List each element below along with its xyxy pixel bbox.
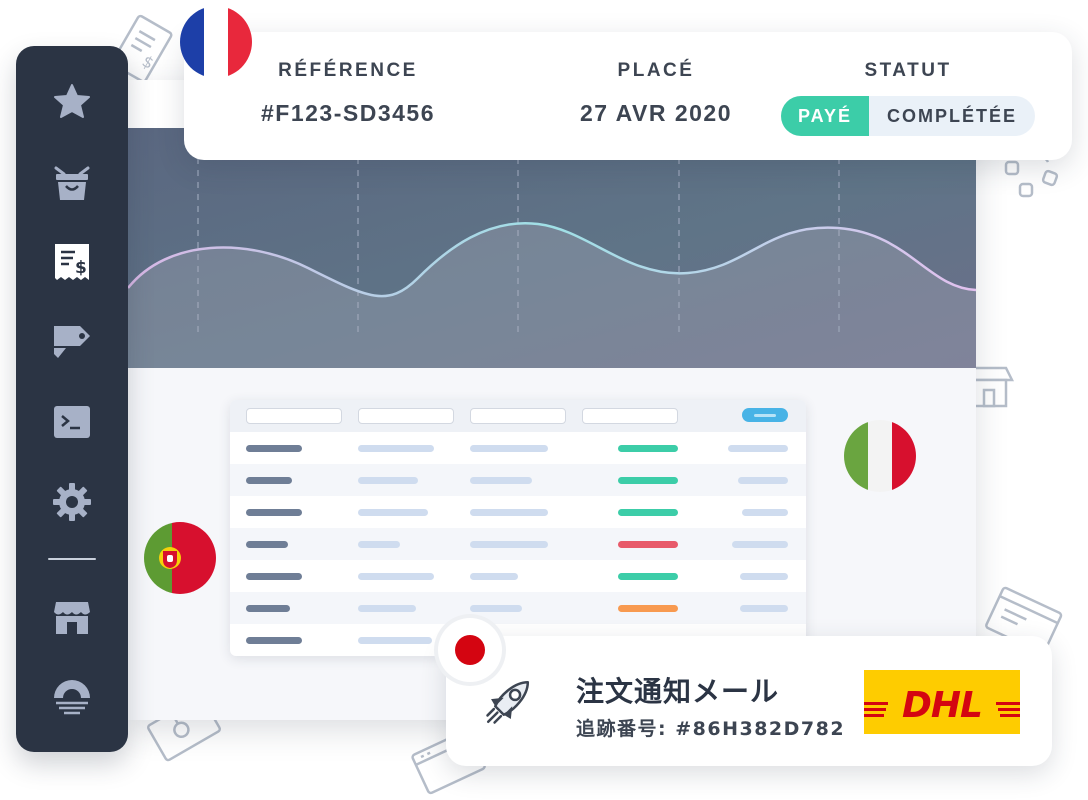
row-customer-placeholder	[358, 637, 432, 644]
gear-icon	[53, 483, 91, 521]
sidebar-item-settings[interactable]	[52, 482, 92, 522]
row-date-placeholder	[470, 509, 548, 516]
receipt-icon: $	[55, 244, 89, 280]
row-date-placeholder	[470, 477, 532, 484]
italy-flag	[844, 420, 916, 492]
order-notification-card: 注文通知メール 追跡番号: #86H382D782 DHL	[446, 636, 1052, 766]
row-customer-placeholder	[358, 445, 434, 452]
column-filter-1[interactable]	[246, 408, 342, 424]
row-status-placeholder	[618, 573, 678, 580]
store-icon	[54, 602, 90, 634]
row-amount-placeholder	[732, 541, 788, 548]
column-filter-2[interactable]	[358, 408, 454, 424]
row-amount-placeholder	[740, 605, 788, 612]
row-id-placeholder	[246, 477, 292, 484]
table-row[interactable]	[230, 560, 806, 592]
japan-flag	[434, 614, 506, 686]
row-status-placeholder	[618, 605, 678, 612]
row-date-placeholder	[470, 573, 518, 580]
row-amount-placeholder	[728, 445, 788, 452]
row-id-placeholder	[246, 605, 290, 612]
tag-icon	[54, 326, 90, 358]
placed-value: 27 AVR 2020	[579, 100, 733, 126]
status-completed-badge: COMPLÉTÉE	[886, 106, 1017, 126]
orders-table	[230, 400, 806, 656]
life-ring-icon	[54, 680, 90, 715]
sidebar: $	[16, 46, 128, 752]
dashboard-window	[127, 80, 977, 720]
table-header	[230, 400, 806, 432]
table-row[interactable]	[230, 592, 806, 624]
table-row[interactable]	[230, 528, 806, 560]
sidebar-item-support[interactable]	[52, 676, 92, 716]
row-customer-placeholder	[358, 541, 400, 548]
column-filter-4[interactable]	[582, 408, 678, 424]
star-icon	[54, 84, 90, 118]
sidebar-item-store[interactable]	[52, 596, 92, 636]
basket-icon	[54, 166, 90, 200]
reference-label: RÉFÉRENCE	[278, 60, 418, 81]
row-id-placeholder	[246, 509, 302, 516]
row-id-placeholder	[246, 573, 302, 580]
status-label: STATUT	[864, 60, 952, 81]
reference-value: #F123-SD3456	[261, 100, 435, 126]
row-customer-placeholder	[358, 573, 434, 580]
table-row[interactable]	[230, 496, 806, 528]
row-customer-placeholder	[358, 477, 418, 484]
portugal-flag	[144, 522, 216, 594]
placed-label: PLACÉ	[617, 60, 695, 81]
tracking-number: 追跡番号: #86H382D782	[576, 718, 846, 740]
row-id-placeholder	[246, 445, 302, 452]
row-amount-placeholder	[742, 509, 788, 516]
dhl-logo: DHL	[864, 670, 1020, 734]
row-amount-placeholder	[738, 477, 788, 484]
row-customer-placeholder	[358, 509, 428, 516]
sales-chart-hero	[127, 128, 977, 368]
table-action-button[interactable]	[742, 408, 788, 422]
status-paid-badge: PAYÉ	[781, 96, 869, 136]
row-date-placeholder	[470, 541, 548, 548]
sidebar-item-favorites[interactable]	[52, 82, 92, 122]
notification-title: 注文通知メール	[576, 676, 780, 707]
row-customer-placeholder	[358, 605, 416, 612]
order-summary-card: RÉFÉRENCE #F123-SD3456 PLACÉ 27 AVR 2020…	[184, 32, 1072, 160]
row-status-placeholder	[618, 445, 678, 452]
row-date-placeholder	[470, 445, 548, 452]
column-filter-3[interactable]	[470, 408, 566, 424]
sidebar-divider	[48, 558, 96, 560]
table-row[interactable]	[230, 432, 806, 464]
row-date-placeholder	[470, 605, 522, 612]
row-status-placeholder	[618, 477, 678, 484]
row-status-placeholder	[618, 541, 678, 548]
terminal-icon	[54, 406, 90, 438]
sidebar-item-tags[interactable]	[52, 322, 92, 362]
row-id-placeholder	[246, 637, 302, 644]
table-row[interactable]	[230, 464, 806, 496]
row-id-placeholder	[246, 541, 288, 548]
svg-text:$: $	[75, 258, 87, 278]
sidebar-item-orders[interactable]	[52, 162, 92, 202]
status-badge: PAYÉ COMPLÉTÉE	[781, 96, 1035, 136]
sidebar-item-console[interactable]	[52, 402, 92, 442]
dhl-logo-text: DHL	[902, 685, 982, 726]
france-flag	[180, 6, 252, 78]
row-status-placeholder	[618, 509, 678, 516]
sidebar-item-invoices[interactable]: $	[52, 242, 92, 282]
row-amount-placeholder	[740, 573, 788, 580]
